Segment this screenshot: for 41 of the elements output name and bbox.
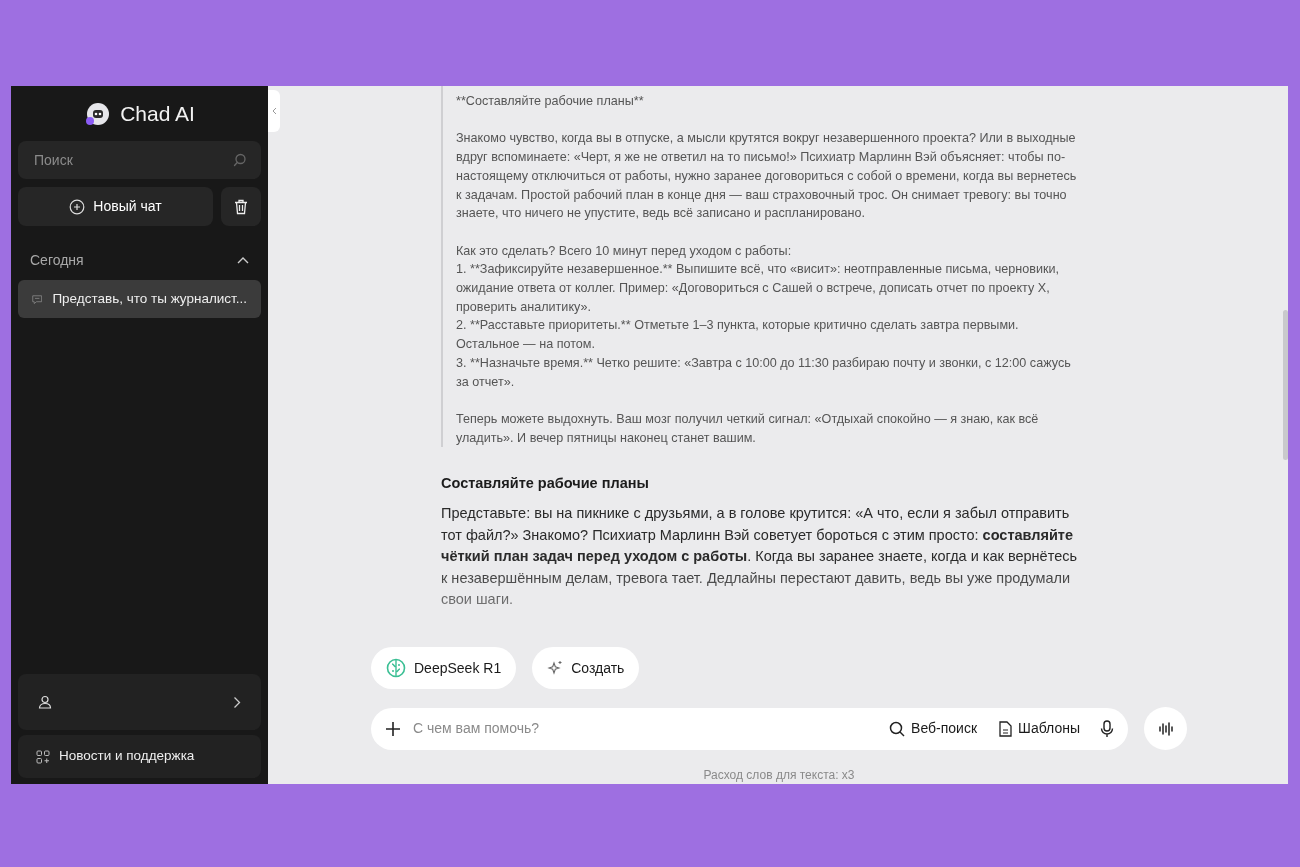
chevron-left-icon — [271, 107, 277, 115]
waveform-icon — [1157, 720, 1174, 737]
app-name: Chad AI — [120, 100, 195, 127]
answer-text: Представьте: вы на пикнике с друзьями, а в голове крутится: «А что, если я забыл отправить тот файл?» Знакомо? Психиатр Марлинн Вэй советует бороться с этим просто: составляйте чёткий план задач перед уходом с работы. Когда вы заранее знаете, когда и как вернётесь к незавершённым делам, тревога тает. Дедлайны перестают давить, ведь вы уже продумали свои шаги. — [441, 504, 1079, 610]
templates-button[interactable]: Шаблоны — [993, 718, 1086, 739]
search-field[interactable]: Поиск — [32, 148, 233, 172]
microphone-button[interactable] — [1100, 719, 1114, 738]
voice-mode-button[interactable] — [1144, 707, 1187, 750]
news-support-button[interactable]: Новости и поддержка — [18, 735, 261, 778]
search-icon — [233, 153, 247, 167]
user-icon — [38, 695, 52, 709]
create-button[interactable]: Создать — [532, 647, 640, 689]
plus-icon — [385, 720, 401, 737]
chevron-right-icon — [233, 695, 241, 709]
search-box[interactable]: Поиск — [18, 141, 261, 179]
document-icon — [999, 720, 1013, 737]
chat-bubble-icon — [32, 292, 43, 306]
brain-icon — [386, 658, 406, 678]
delete-button[interactable] — [221, 187, 261, 226]
new-chat-button[interactable]: Новый чат — [18, 187, 213, 226]
plus-circle-icon — [69, 198, 86, 215]
chevron-icon — [237, 256, 249, 264]
chat-history-item[interactable]: Представь, что ты журналист... — [18, 280, 261, 318]
quote-paragraph: Как это сделать? Всего 10 минут перед уходом с работы: 1. **Зафиксируйте незавершенное.** Выпишите всё, что «висит»: неотправленные письма, черновики, ожидание ответа от коллег. Пример: «Договориться с Сашей о встрече, дописать отчет по проекту X, проверить аналитику». 2. **Расставьте приоритеты.** Отметьте 1–3 пункта, которые критично сделать завтра первыми. Остальное — на потом. 3. **Назначьте время.** Четко решите: «Завтра с 10:00 до 11:30 разбираю почту и звонки, с 12:00 сажусь за отчет». — [456, 242, 1072, 391]
microphone-icon — [1100, 719, 1114, 738]
sparkle-icon — [547, 660, 564, 676]
scrollbar-thumb[interactable] — [1283, 310, 1288, 460]
model-button[interactable]: DeepSeek R1 — [371, 647, 517, 689]
quote-paragraph: Теперь можете выдохнуть. Ваш мозг получил четкий сигнал: «Отдыхай спокойно — я знаю, как всё уладить». И вечер пятницы наконец станет вашим. — [456, 410, 1040, 447]
search-icon — [889, 720, 906, 737]
trash-icon — [234, 199, 248, 216]
attach-button[interactable] — [385, 720, 401, 737]
apps-icon — [36, 749, 50, 764]
message-composer[interactable]: С чем вам помочь? Веб-поиск Шаблоны — [371, 707, 1128, 750]
usage-note: Расход слов для текста: x3 — [702, 767, 856, 784]
collapse-toggle[interactable] — [237, 256, 249, 264]
web-search-button[interactable]: Веб-поиск — [883, 718, 984, 739]
section-title: Сегодня — [30, 250, 84, 270]
quote-paragraph: **Составляйте рабочие планы** — [456, 93, 645, 110]
quote-paragraph: Знакомо чувство, когда вы в отпуске, а мысли крутятся вокруг незавершенного проекта? Или в выходные вдруг вспоминаете: «Черт, я же не ответил на то письмо!» Психиатр Марлинн Вэй объясняет: чтобы по-настоящему отключиться от работы, нужно заранее договориться с собой о времени, когда вы вернетесь к задачам. Простой рабочий план в конце дня — ваш страховочный трос. Он снимает тревогу: вы точно знаете, что ничего не упустите, ведь всё записано и распланировано. — [456, 130, 1078, 223]
answer-heading: Составляйте рабочие планы — [441, 474, 650, 494]
